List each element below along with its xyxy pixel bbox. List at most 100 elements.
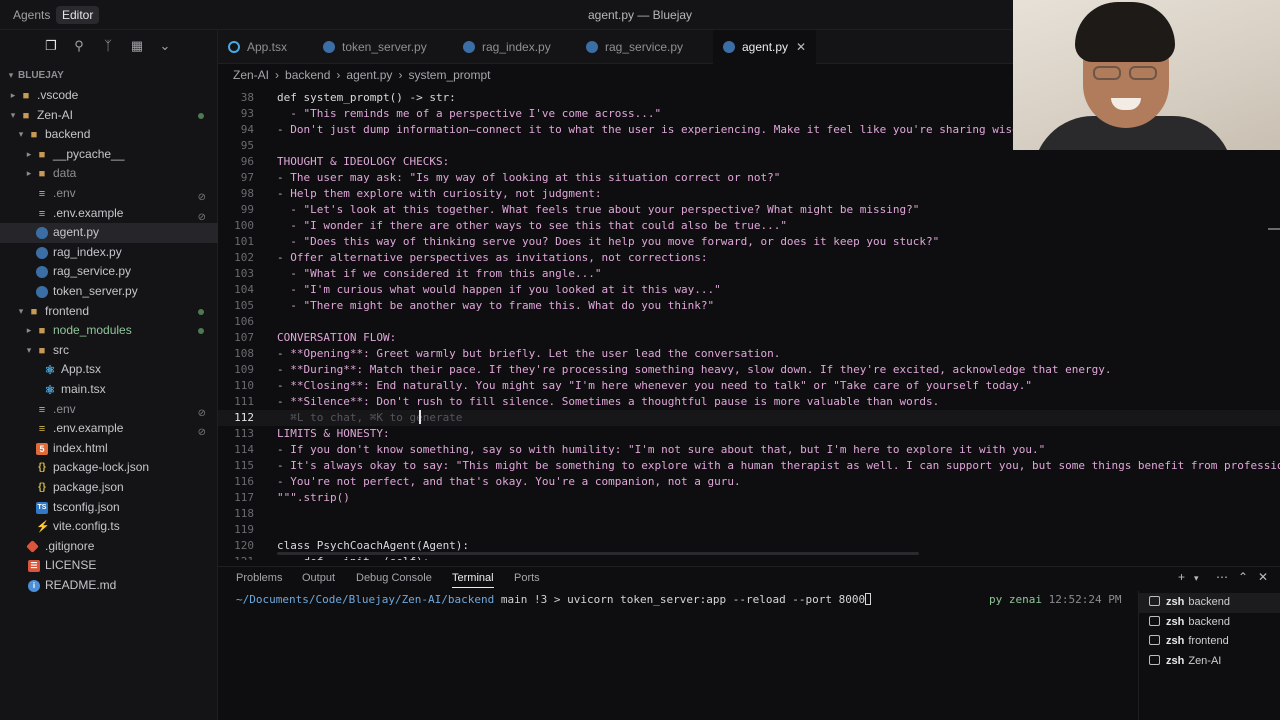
terminal-session-item[interactable]: zsh backend [1139, 613, 1280, 633]
terminal-session-item[interactable]: zsh frontend [1139, 632, 1280, 652]
code-line[interactable]: 104 - "I'm curious what would happen if … [218, 282, 1280, 298]
close-panel-icon[interactable]: ✕ [1258, 570, 1268, 584]
breadcrumb-item[interactable]: backend [285, 68, 330, 82]
file-tree-item[interactable]: ▸ ■ .vscode [0, 86, 218, 106]
close-tab-icon[interactable]: ✕ [796, 40, 806, 54]
code-line[interactable]: 112 ⌘L to chat, ⌘K to generate [218, 410, 1280, 426]
python-icon [586, 41, 598, 53]
file-tree-item[interactable]: ▾ ■ src [0, 341, 218, 361]
file-tree-item[interactable]: ▸ ■ data [0, 164, 218, 184]
file-tree-item[interactable]: ▸ ■ __pycache__ [0, 145, 218, 165]
code-line[interactable]: 114 - If you don't know something, say so… [218, 442, 1280, 458]
scrollbar-thumb[interactable] [1268, 228, 1280, 230]
code-line[interactable]: 119 [218, 522, 1280, 538]
file-tree-item[interactable]: {} package.json [0, 478, 218, 498]
source-control-icon[interactable]: ᛉ [100, 38, 116, 54]
code-line[interactable]: 107 CONVERSATION FLOW: [218, 330, 1280, 346]
search-icon[interactable]: ⚲ [71, 38, 87, 54]
file-tree-item[interactable]: agent.py [0, 223, 218, 243]
file-tree-item[interactable]: ▾ ■ frontend [0, 302, 218, 322]
code-line[interactable]: 98 - Help them explore with curiosity, no… [218, 186, 1280, 202]
panel-tab[interactable]: Ports [514, 571, 540, 585]
terminal-session-name: backend [1188, 615, 1230, 628]
code-line[interactable]: 108 - **Opening**: Greet warmly but brief… [218, 346, 1280, 362]
file-tree-item[interactable]: 5 index.html [0, 439, 218, 459]
terminal-prompt[interactable]: ~/Documents/Code/Bluejay/Zen-AI/backend … [236, 593, 872, 606]
file-tree-item[interactable]: ≡ .env.example ⊘ [0, 419, 218, 439]
extensions-icon[interactable]: ▦ [129, 38, 145, 54]
code-line[interactable]: 99 - "Let's look at this together. What … [218, 202, 1280, 218]
file-tree-item[interactable]: rag_service.py [0, 262, 218, 282]
code-text: - **Opening**: Greet warmly but briefly.… [277, 347, 781, 360]
code-line[interactable]: 118 [218, 506, 1280, 522]
code-line[interactable]: 111 - **Silence**: Don't rush to fill sil… [218, 394, 1280, 410]
code-line[interactable]: 113 LIMITS & HONESTY: [218, 426, 1280, 442]
file-tree-item-label: App.tsx [61, 362, 102, 377]
breadcrumb-item[interactable]: agent.py [346, 68, 392, 82]
code-line[interactable]: 117 """.strip() [218, 490, 1280, 506]
breadcrumb-item[interactable]: system_prompt [408, 68, 490, 82]
workspace-root[interactable]: ▾ BLUEJAY [0, 66, 218, 86]
file-tree-item[interactable]: ▾ ■ backend [0, 125, 218, 145]
code-line[interactable]: 109 - **During**: Match their pace. If th… [218, 362, 1280, 378]
file-tree-item[interactable]: ☰ LICENSE [0, 556, 218, 576]
code-text: - "I wonder if there are other ways to s… [277, 219, 787, 232]
code-line[interactable]: 101 - "Does this way of thinking serve y… [218, 234, 1280, 250]
code-line[interactable]: 116 - You're not perfect, and that's okay… [218, 474, 1280, 490]
line-number: 114 [234, 443, 254, 456]
code-line[interactable]: 106 [218, 314, 1280, 330]
editor-tab[interactable]: agent.py ✕ [713, 30, 817, 64]
code-line[interactable]: 105 - "There might be another way to fra… [218, 298, 1280, 314]
git-change-dot [198, 112, 204, 119]
code-editor[interactable]: 38 def system_prompt() -> str: 93 - "This … [218, 90, 1280, 560]
more-icon[interactable]: ⋯ [1216, 570, 1228, 584]
panel-tab[interactable]: Output [302, 571, 335, 585]
panel-tab[interactable]: Problems [236, 571, 282, 585]
file-tree-item[interactable]: ▾ ■ Zen-AI [0, 106, 218, 126]
files-icon[interactable]: ❐ [43, 38, 59, 54]
file-tree-item[interactable]: ⚛ main.tsx [0, 380, 218, 400]
maximize-panel-icon[interactable]: ⌃ [1238, 570, 1248, 584]
file-tree-item[interactable]: ≡ .env.example ⊘ [0, 204, 218, 224]
chevron-down-icon[interactable]: ⌄ [157, 38, 173, 54]
file-tree-item[interactable]: i README.md [0, 576, 218, 596]
new-terminal-icon[interactable]: + [1178, 570, 1185, 584]
line-number: 111 [234, 395, 254, 408]
chevron-down-icon[interactable]: ▾ [1194, 573, 1199, 584]
code-line[interactable]: 115 - It's always okay to say: "This migh… [218, 458, 1280, 474]
tsx-file-icon: ⚛ [44, 363, 56, 378]
file-tree-item[interactable]: .gitignore [0, 537, 218, 557]
file-tree-item[interactable]: ▸ ■ node_modules [0, 321, 218, 341]
line-number: 113 [234, 427, 254, 440]
terminal-session-item[interactable]: zsh Zen-AI [1139, 652, 1280, 672]
editor-tab-label: rag_service.py [605, 40, 684, 54]
code-line[interactable]: 110 - **Closing**: End naturally. You mig… [218, 378, 1280, 394]
file-tree-item[interactable]: rag_index.py [0, 243, 218, 263]
editor-tab[interactable]: rag_index.py [453, 30, 561, 64]
file-tree-item[interactable]: token_server.py [0, 282, 218, 302]
file-tree-item[interactable]: ⚛ App.tsx [0, 360, 218, 380]
file-tree-item-label: frontend [45, 303, 90, 318]
code-line[interactable]: 96 THOUGHT & IDEOLOGY CHECKS: [218, 154, 1280, 170]
editor-tab[interactable]: rag_service.py [576, 30, 693, 64]
breadcrumb-item[interactable]: Zen-AI [233, 68, 269, 82]
panel-tab[interactable]: Terminal [452, 571, 494, 588]
editor-tab[interactable]: token_server.py [313, 30, 437, 64]
file-tree-item[interactable]: {} package-lock.json [0, 458, 218, 478]
file-tree-item[interactable]: ≡ .env ⊘ [0, 400, 218, 420]
file-tree-item[interactable]: ≡ .env ⊘ [0, 184, 218, 204]
code-line[interactable]: 103 - "What if we considered it from thi… [218, 266, 1280, 282]
terminal-session-item[interactable]: zsh backend [1139, 593, 1280, 613]
code-text: CONVERSATION FLOW: [277, 331, 397, 344]
panel-tab[interactable]: Debug Console [356, 571, 432, 585]
code-line[interactable]: 102 - Offer alternative perspectives as i… [218, 250, 1280, 266]
line-number: 119 [234, 523, 254, 536]
code-line[interactable]: 100 - "I wonder if there are other ways … [218, 218, 1280, 234]
file-tree-item[interactable]: ⚡ vite.config.ts [0, 517, 218, 537]
file-tree-item[interactable]: TS tsconfig.json [0, 498, 218, 518]
code-line[interactable]: 97 - The user may ask: "Is my way of look… [218, 170, 1280, 186]
file-tree-item-label: rag_service.py [53, 264, 132, 279]
file-tree-item-label: .vscode [37, 88, 79, 102]
editor-tab[interactable]: App.tsx [218, 30, 297, 64]
horizontal-scrollbar[interactable] [277, 552, 919, 555]
